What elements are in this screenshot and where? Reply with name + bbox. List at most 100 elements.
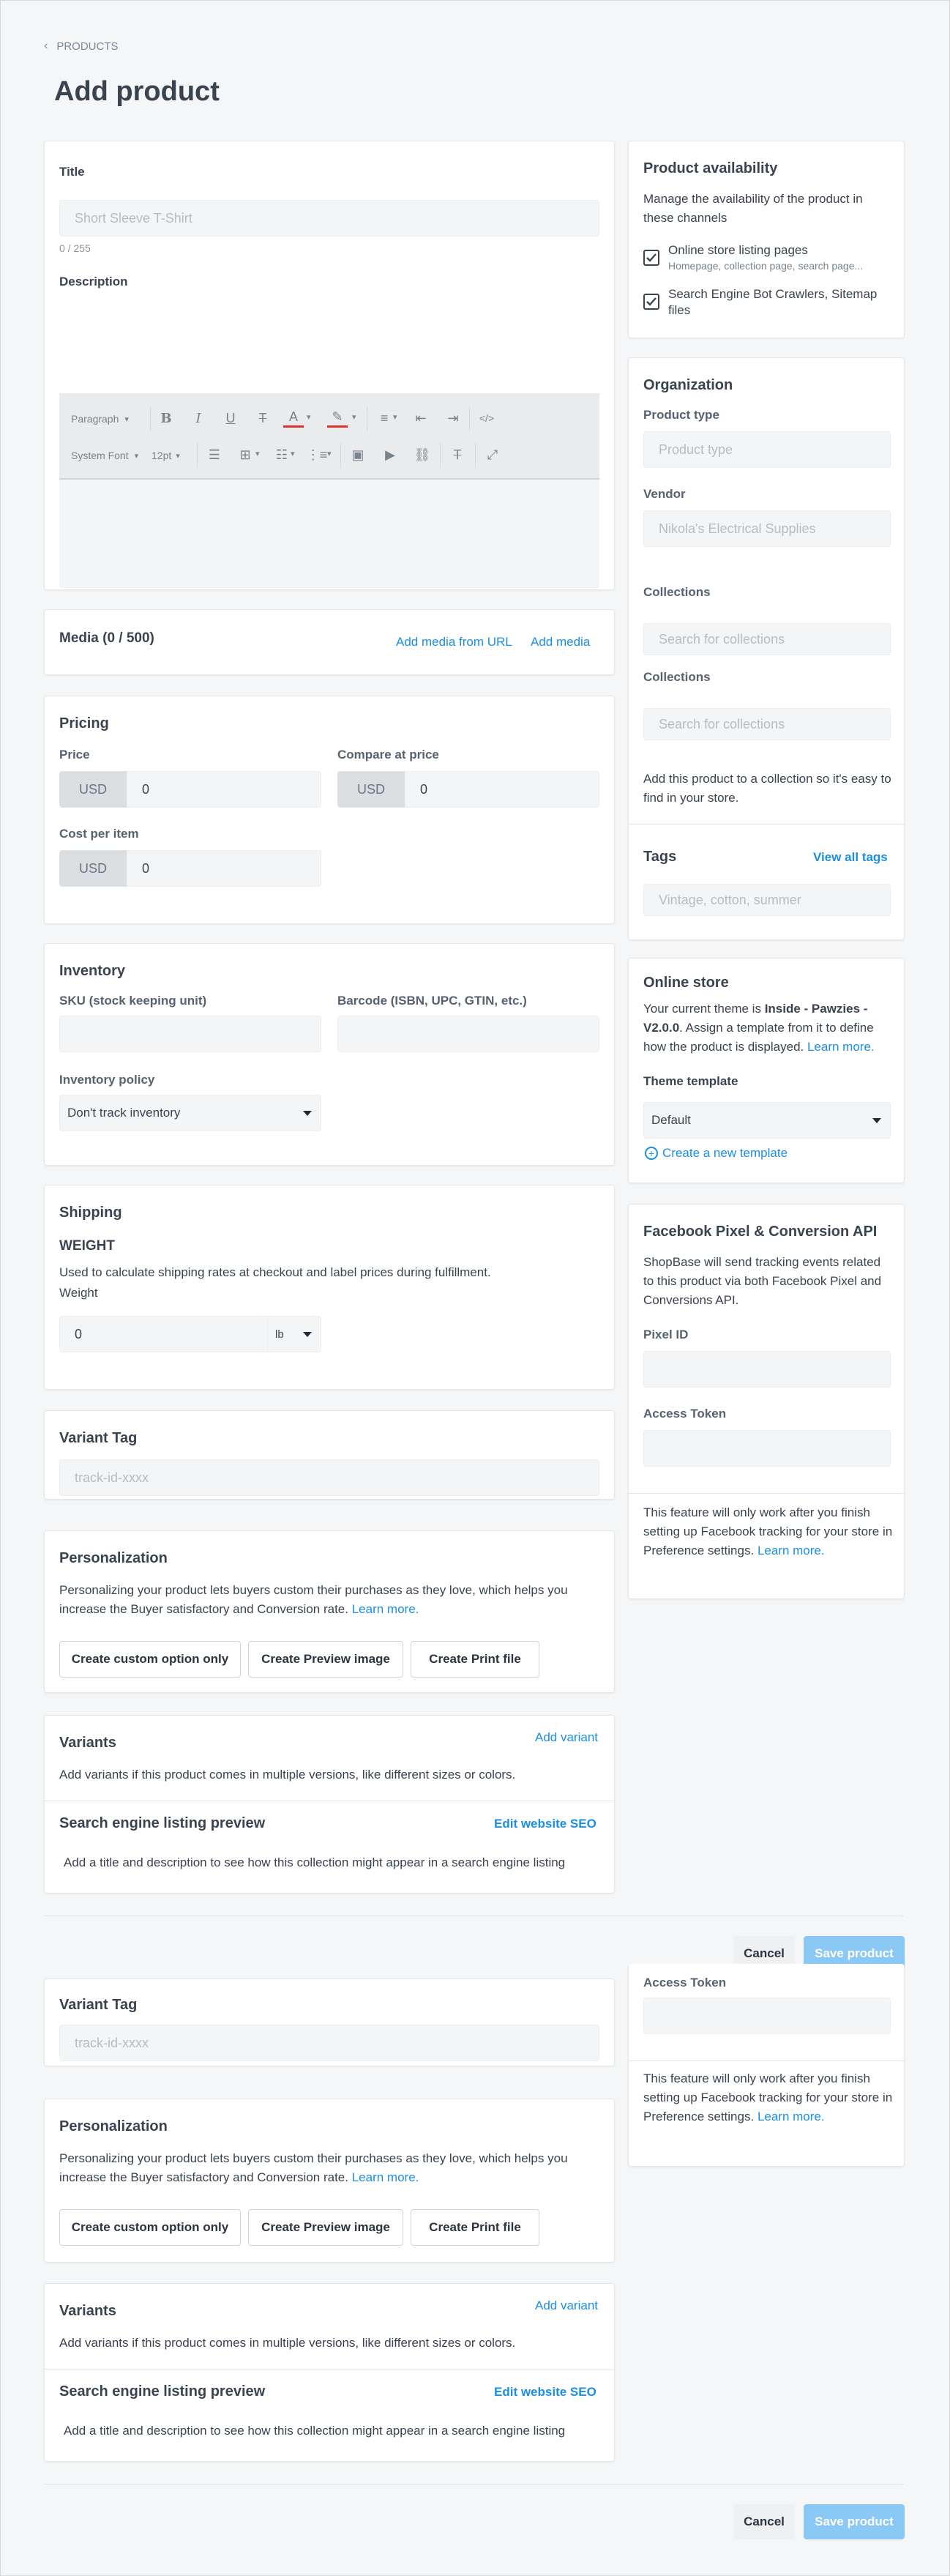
compare-price-input[interactable]: 0: [405, 771, 599, 808]
chevron-down-icon[interactable]: ▾: [307, 412, 311, 422]
edit-website-seo-link[interactable]: Edit website SEO: [494, 1817, 596, 1831]
bold-icon[interactable]: B: [156, 408, 176, 428]
vendor-label: Vendor: [643, 487, 686, 501]
collections-input-2[interactable]: Search for collections: [643, 708, 891, 740]
description-editor[interactable]: Paragraph ▾ B I U T A ▾ ✎ ▾ ≡ ▾ ⇤ ⇥ </> S…: [59, 393, 599, 588]
variant-tag-input[interactable]: track-id-xxxx: [59, 1459, 599, 1496]
learn-more-link[interactable]: Learn more.: [758, 1544, 825, 1557]
vendor-input[interactable]: Nikola's Electrical Supplies: [643, 510, 891, 547]
chevron-down-icon[interactable]: ▾: [327, 449, 332, 458]
align-icon[interactable]: ≡: [374, 408, 394, 428]
create-template-link[interactable]: + Create a new template: [645, 1146, 788, 1161]
chevron-down-icon[interactable]: ▾: [291, 449, 295, 458]
create-print-file-button[interactable]: Create Print file: [411, 1641, 539, 1678]
theme-text-pre: Your current theme is: [643, 1002, 765, 1016]
learn-more-link[interactable]: Learn more.: [807, 1040, 875, 1054]
weight-unit-select[interactable]: lb: [267, 1316, 321, 1352]
learn-more-link[interactable]: Learn more.: [352, 1602, 419, 1616]
chevron-down-icon[interactable]: ▾: [255, 449, 260, 458]
compare-value: 0: [420, 781, 428, 797]
variant-tag-title: Variant Tag: [59, 1997, 138, 2013]
add-media-link[interactable]: Add media: [531, 635, 590, 649]
clear-format-icon[interactable]: T: [447, 444, 468, 465]
strikethrough-icon[interactable]: T: [253, 408, 273, 428]
font-label: System Font: [71, 450, 129, 461]
add-variant-link[interactable]: Add variant: [535, 2298, 598, 2313]
save-product-button[interactable]: Save product: [804, 2504, 905, 2539]
horizontal-line-icon[interactable]: ☰: [204, 444, 225, 465]
collections-label: Collections: [643, 585, 711, 599]
tags-input[interactable]: Vintage, cotton, summer: [643, 884, 891, 916]
product-type-input[interactable]: Product type: [643, 431, 891, 468]
vendor-placeholder: Nikola's Electrical Supplies: [659, 521, 816, 536]
view-all-tags-link[interactable]: View all tags: [813, 850, 888, 865]
add-media-from-url-link[interactable]: Add media from URL: [396, 635, 512, 649]
access-token-input[interactable]: [643, 1998, 891, 2034]
cancel-button[interactable]: Cancel: [733, 2504, 795, 2539]
plus-circle-icon: +: [645, 1147, 658, 1160]
outdent-icon[interactable]: ⇤: [411, 408, 431, 428]
access-token-input[interactable]: [643, 1430, 891, 1467]
description-label: Description: [59, 275, 128, 289]
link-icon[interactable]: ⛓: [412, 444, 433, 465]
online-store-sublabel: Homepage, collection page, search page..…: [668, 260, 864, 272]
chevron-down-icon[interactable]: ▾: [352, 412, 356, 422]
media-card: Media (0 / 500) Add media from URL Add m…: [44, 609, 615, 675]
breadcrumb[interactable]: ‹ PRODUCTS: [44, 40, 119, 53]
font-size-dropdown[interactable]: 12pt ▾: [152, 444, 192, 466]
price-input[interactable]: 0: [127, 771, 321, 808]
paragraph-dropdown[interactable]: Paragraph ▾: [71, 408, 146, 430]
variant-tag-input[interactable]: track-id-xxxx: [59, 2025, 599, 2061]
sku-input[interactable]: [59, 1016, 321, 1052]
theme-template-select[interactable]: Default: [643, 1102, 891, 1139]
seo-description: Add a title and description to see how t…: [64, 2424, 566, 2438]
bullet-list-icon[interactable]: ☷: [272, 444, 292, 465]
weight-input[interactable]: 0: [59, 1316, 272, 1352]
inventory-title: Inventory: [59, 963, 126, 979]
create-custom-option-button[interactable]: Create custom option only: [59, 2209, 241, 2246]
cost-currency: USD: [59, 850, 127, 887]
search-bots-checkbox[interactable]: [643, 294, 659, 310]
fullscreen-icon[interactable]: ⤢: [482, 444, 503, 465]
create-preview-image-button[interactable]: Create Preview image: [248, 1641, 403, 1678]
edit-website-seo-link[interactable]: Edit website SEO: [494, 2385, 596, 2400]
editor-toolbar: Paragraph ▾ B I U T A ▾ ✎ ▾ ≡ ▾ ⇤ ⇥ </> S…: [59, 393, 599, 480]
italic-icon[interactable]: I: [188, 408, 209, 428]
pricing-card: Pricing Price USD 0 Compare at price USD…: [44, 696, 615, 924]
font-family-dropdown[interactable]: System Font ▾: [71, 444, 147, 466]
online-store-checkbox[interactable]: [643, 250, 659, 266]
code-icon[interactable]: </>: [476, 408, 497, 428]
indent-icon[interactable]: ⇥: [443, 408, 463, 428]
barcode-input[interactable]: [337, 1016, 599, 1052]
access-token-label: Access Token: [643, 1976, 727, 1989]
add-variant-link[interactable]: Add variant: [535, 1730, 598, 1745]
availability-card: Product availability Manage the availabi…: [628, 141, 905, 338]
chevron-down-icon[interactable]: ▾: [393, 412, 397, 422]
collections-label-2: Collections: [643, 670, 711, 684]
create-preview-image-button[interactable]: Create Preview image: [248, 2209, 403, 2246]
video-icon[interactable]: ▶: [380, 444, 400, 465]
create-custom-option-button[interactable]: Create custom option only: [59, 1641, 241, 1678]
underline-icon[interactable]: U: [220, 408, 241, 428]
facebook-description: ShopBase will send tracking events relat…: [643, 1255, 882, 1307]
cost-input[interactable]: 0: [127, 850, 321, 887]
text-color-icon[interactable]: A: [283, 408, 304, 428]
pixel-id-input[interactable]: [643, 1351, 891, 1388]
image-icon[interactable]: ▣: [348, 444, 368, 465]
tags-placeholder: Vintage, cotton, summer: [659, 892, 801, 907]
theme-template-value: Default: [651, 1113, 691, 1127]
inventory-policy-select[interactable]: Don't track inventory: [59, 1095, 321, 1131]
variant-tag-card: Variant Tag track-id-xxxx: [44, 1978, 615, 2066]
title-input[interactable]: Short Sleeve T-Shirt: [59, 200, 599, 237]
collections-input[interactable]: Search for collections: [643, 623, 891, 655]
facebook-note: This feature will only work after you fi…: [643, 1503, 894, 1560]
create-print-file-button[interactable]: Create Print file: [411, 2209, 539, 2246]
numbered-list-icon[interactable]: ⋮≡: [307, 444, 328, 465]
learn-more-link[interactable]: Learn more.: [758, 2110, 825, 2123]
variant-tag-placeholder: track-id-xxxx: [75, 2035, 149, 2050]
compare-currency: USD: [337, 771, 405, 808]
table-icon[interactable]: ⊞: [235, 444, 255, 465]
breadcrumb-products[interactable]: PRODUCTS: [56, 40, 118, 53]
highlight-icon[interactable]: ✎: [327, 408, 348, 428]
learn-more-link[interactable]: Learn more.: [352, 2170, 419, 2184]
